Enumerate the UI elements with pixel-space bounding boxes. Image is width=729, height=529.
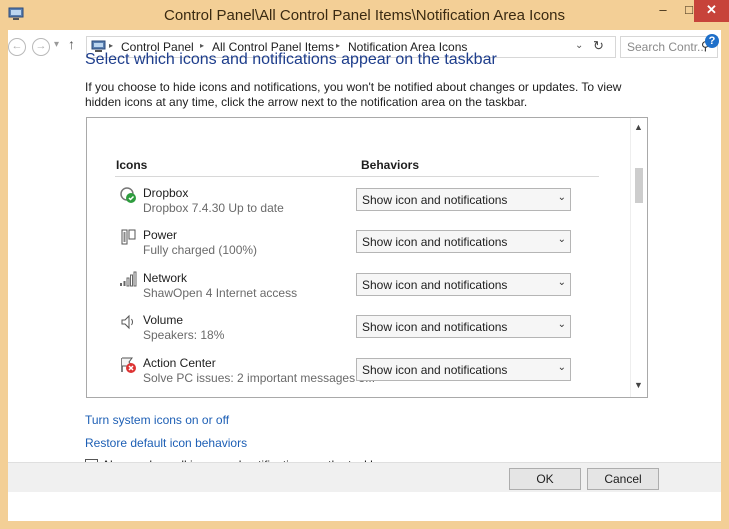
column-header-icons: Icons: [116, 158, 148, 172]
header-divider: [115, 176, 599, 177]
forward-button[interactable]: →: [32, 38, 50, 56]
help-icon[interactable]: ?: [705, 34, 719, 48]
chevron-down-icon: ⌄: [557, 319, 566, 330]
chevron-down-icon: ⌄: [557, 192, 566, 203]
item-name: Dropbox: [143, 186, 189, 200]
item-name: Volume: [143, 313, 184, 327]
breadcrumb-separator-icon: ▸: [109, 41, 114, 50]
restore-defaults-link[interactable]: Restore default icon behaviors: [85, 436, 247, 450]
button-bar: OK Cancel: [8, 462, 721, 492]
behavior-value: Show icon and notifications: [362, 363, 508, 377]
list-item: Action Center Solve PC issues: 2 importa…: [115, 356, 585, 396]
behavior-value: Show icon and notifications: [362, 320, 508, 334]
minimize-button[interactable]: –: [650, 0, 676, 22]
close-button[interactable]: ✕: [694, 0, 729, 22]
list-item: Dropbox Dropbox 7.4.30 Up to date Show i…: [115, 186, 585, 226]
chevron-down-icon: ⌄: [557, 277, 566, 288]
power-icon: [121, 229, 136, 245]
behavior-select[interactable]: Show icon and notifications ⌄: [356, 273, 571, 296]
recent-pages-dropdown[interactable]: ▾: [54, 39, 59, 50]
ok-button[interactable]: OK: [509, 468, 581, 490]
column-header-behaviors: Behaviors: [361, 158, 420, 172]
item-name: Power: [143, 228, 178, 242]
action-center-icon: [121, 357, 136, 373]
scroll-down-icon[interactable]: ▼: [634, 380, 643, 390]
breadcrumb-separator-icon: ▸: [200, 41, 205, 50]
item-name: Network: [143, 271, 188, 285]
window-title: Control Panel\All Control Panel Items\No…: [163, 7, 566, 24]
list-item: Power Fully charged (100%) Show icon and…: [115, 228, 585, 268]
list-item: Volume Speakers: 18% Show icon and notif…: [115, 313, 585, 353]
scroll-up-icon[interactable]: ▲: [634, 122, 643, 132]
item-status: Solve PC issues: 2 important messages 3.…: [143, 371, 376, 385]
icons-list: Icons Behaviors Dropbox Dropbox 7.4.30 U…: [86, 117, 648, 398]
item-status: Fully charged (100%): [143, 243, 258, 257]
search-box[interactable]: Search Contr... ⚲: [620, 36, 718, 58]
volume-icon: [121, 314, 133, 330]
refresh-icon[interactable]: ↻: [593, 38, 604, 54]
behavior-select[interactable]: Show icon and notifications ⌄: [356, 358, 571, 381]
address-dropdown-icon[interactable]: ⌄: [575, 40, 583, 51]
chevron-down-icon: ⌄: [557, 234, 566, 245]
behavior-select[interactable]: Show icon and notifications ⌄: [356, 188, 571, 211]
title-bar[interactable]: Control Panel\All Control Panel Items\No…: [0, 0, 729, 30]
behavior-value: Show icon and notifications: [362, 193, 508, 207]
dropbox-icon: [120, 187, 136, 203]
item-status: Speakers: 18%: [143, 328, 225, 342]
turn-system-icons-link[interactable]: Turn system icons on or off: [85, 413, 229, 427]
cancel-button[interactable]: Cancel: [587, 468, 659, 490]
page-description: If you choose to hide icons and notifica…: [85, 80, 622, 109]
network-icon: [120, 271, 137, 287]
behavior-value: Show icon and notifications: [362, 278, 508, 292]
behavior-value: Show icon and notifications: [362, 235, 508, 249]
item-name: Action Center: [143, 356, 216, 370]
behavior-select[interactable]: Show icon and notifications ⌄: [356, 230, 571, 253]
list-item: Network ShawOpen 4 Internet access Show …: [115, 271, 585, 311]
breadcrumb-separator-icon: ▸: [336, 41, 341, 50]
item-status: ShawOpen 4 Internet access: [143, 286, 298, 300]
back-button[interactable]: ←: [8, 38, 26, 56]
chevron-down-icon: ⌄: [557, 362, 566, 373]
window: Control Panel\All Control Panel Items\No…: [0, 0, 729, 529]
scroll-thumb[interactable]: [635, 168, 643, 203]
item-status: Dropbox 7.4.30 Up to date: [143, 201, 284, 215]
behavior-select[interactable]: Show icon and notifications ⌄: [356, 315, 571, 338]
page-title: Select which icons and notifications app…: [85, 51, 497, 68]
vertical-scrollbar[interactable]: ▲ ▼: [630, 118, 647, 397]
search-input[interactable]: Search Contr...: [627, 40, 707, 54]
up-button[interactable]: ↑: [68, 36, 75, 52]
